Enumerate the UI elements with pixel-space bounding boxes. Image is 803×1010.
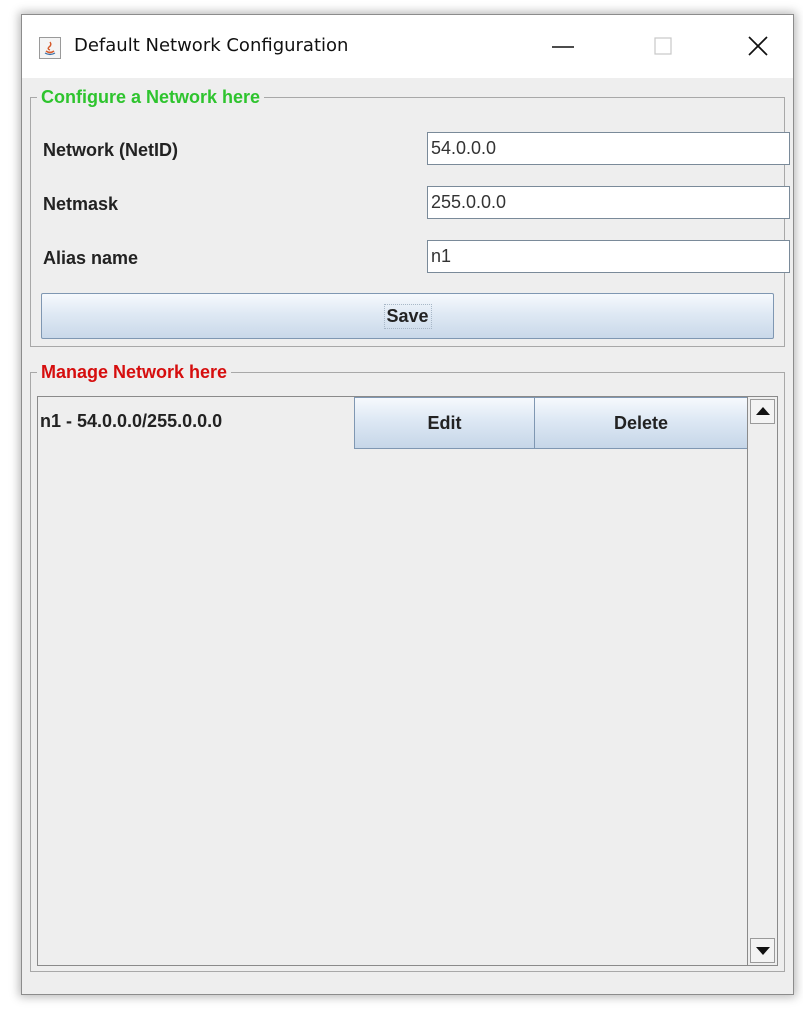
maximize-icon	[654, 37, 672, 55]
alias-name-input[interactable]	[427, 240, 790, 273]
network-entry-text: n1 - 54.0.0.0/255.0.0.0	[40, 411, 223, 431]
edit-button[interactable]: Edit	[354, 397, 535, 449]
delete-button[interactable]: Delete	[534, 397, 748, 449]
save-button[interactable]: Save	[41, 293, 774, 339]
network-netid-label: Network (NetID)	[43, 140, 179, 160]
window-title: Default Network Configuration	[74, 35, 349, 56]
scroll-down-button[interactable]	[750, 938, 775, 963]
manage-network-legend: Manage Network here	[37, 361, 232, 383]
title-bar[interactable]: Default Network Configuration	[22, 15, 793, 78]
edit-button-label: Edit	[427, 413, 462, 433]
close-button[interactable]	[722, 15, 794, 78]
arrow-down-icon	[756, 947, 770, 955]
delete-button-label: Delete	[613, 413, 669, 433]
netmask-label: Netmask	[43, 194, 119, 214]
configure-network-panel: Configure a Network here Network (NetID)…	[30, 86, 790, 347]
vertical-scrollbar[interactable]	[747, 397, 777, 965]
scroll-up-button[interactable]	[750, 399, 775, 424]
java-icon	[39, 37, 61, 59]
maximize-button	[627, 15, 699, 78]
network-config-window: Default Network Configuration Configure …	[21, 14, 794, 995]
manage-network-panel: Manage Network here n1 - 54.0.0.0/255.0.…	[30, 361, 785, 972]
network-netid-input[interactable]	[427, 132, 790, 165]
save-button-label: Save	[383, 304, 432, 329]
close-icon	[748, 36, 768, 56]
netmask-input[interactable]	[427, 186, 790, 219]
minimize-button[interactable]	[527, 15, 599, 78]
alias-name-label: Alias name	[43, 248, 139, 268]
minimize-icon	[552, 46, 574, 48]
network-list[interactable]: n1 - 54.0.0.0/255.0.0.0 Edit Delete	[37, 396, 778, 966]
arrow-up-icon	[756, 407, 770, 415]
configure-network-legend: Configure a Network here	[37, 86, 265, 108]
